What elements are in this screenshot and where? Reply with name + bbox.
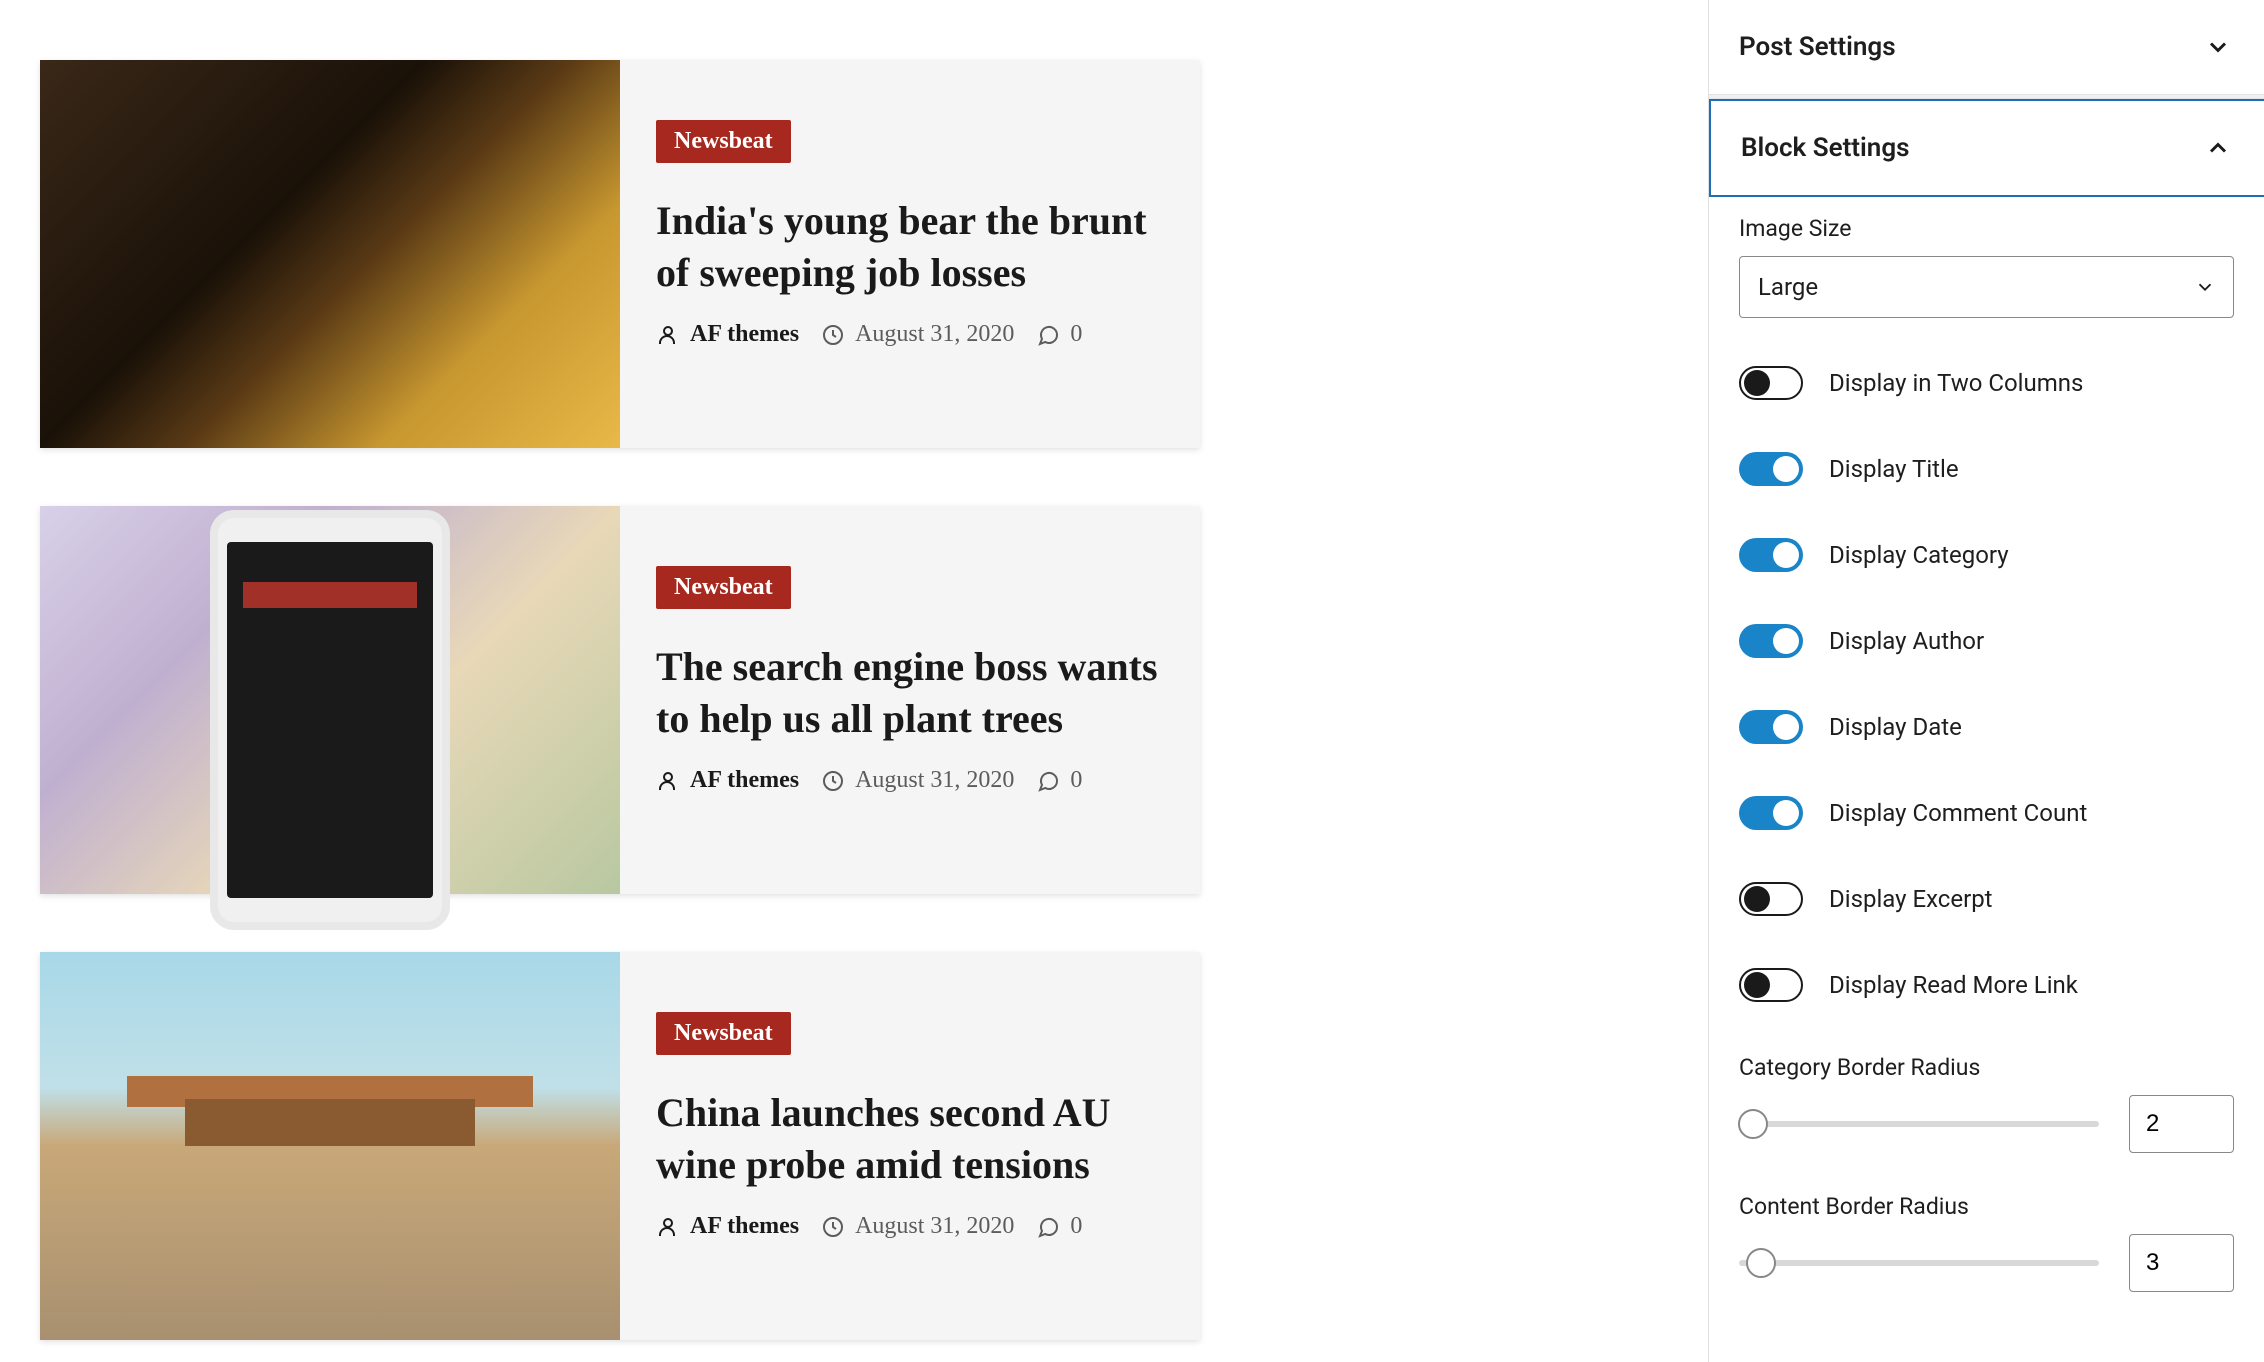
post-card: Newsbeat India's young bear the brunt of… (40, 60, 1200, 448)
post-thumbnail[interactable] (40, 60, 620, 448)
toggle-label: Display Category (1829, 541, 2009, 569)
date-link[interactable]: August 31, 2020 (821, 767, 1014, 794)
comment-icon (1036, 769, 1060, 793)
post-title[interactable]: China launches second AU wine probe amid… (656, 1087, 1160, 1191)
category-badge[interactable]: Newsbeat (656, 1012, 791, 1055)
category-radius-label: Category Border Radius (1739, 1054, 2234, 1081)
toggle-two-columns[interactable] (1739, 366, 1803, 400)
post-meta: AF themes August 31, 2020 0 (656, 1213, 1160, 1240)
toggle-label: Display in Two Columns (1829, 369, 2083, 397)
user-icon (656, 323, 680, 347)
block-settings-title: Block Settings (1741, 133, 1909, 163)
image-size-label: Image Size (1739, 215, 2234, 242)
slider-thumb[interactable] (1746, 1248, 1776, 1278)
slider-thumb[interactable] (1738, 1109, 1768, 1139)
author-name: AF themes (690, 1213, 799, 1240)
clock-icon (821, 769, 845, 793)
post-list: Newsbeat India's young bear the brunt of… (0, 0, 1708, 1362)
post-title[interactable]: India's young bear the brunt of sweeping… (656, 195, 1160, 299)
toggle-display-author[interactable] (1739, 624, 1803, 658)
content-radius-input[interactable] (2129, 1234, 2234, 1292)
post-title[interactable]: The search engine boss wants to help us … (656, 641, 1160, 745)
post-date: August 31, 2020 (855, 767, 1014, 794)
author-link[interactable]: AF themes (656, 1213, 799, 1240)
settings-sidebar: Post Settings Block Settings Image Size … (1708, 0, 2264, 1362)
post-settings-header[interactable]: Post Settings (1709, 0, 2264, 94)
comments-link[interactable]: 0 (1036, 767, 1082, 794)
post-card: Newsbeat The search engine boss wants to… (40, 506, 1200, 894)
comment-icon (1036, 323, 1060, 347)
image-size-select[interactable]: Large (1739, 256, 2234, 318)
post-body: Newsbeat India's young bear the brunt of… (620, 60, 1200, 448)
category-radius-slider[interactable] (1739, 1121, 2099, 1127)
category-radius-input[interactable] (2129, 1095, 2234, 1153)
post-date: August 31, 2020 (855, 321, 1014, 348)
comments-link[interactable]: 0 (1036, 1213, 1082, 1240)
toggle-display-read-more[interactable] (1739, 968, 1803, 1002)
toggle-display-title[interactable] (1739, 452, 1803, 486)
user-icon (656, 769, 680, 793)
category-badge[interactable]: Newsbeat (656, 120, 791, 163)
toggle-display-comment-count[interactable] (1739, 796, 1803, 830)
comment-icon (1036, 1215, 1060, 1239)
post-body: Newsbeat The search engine boss wants to… (620, 506, 1200, 894)
toggle-label: Display Comment Count (1829, 799, 2087, 827)
post-meta: AF themes August 31, 2020 0 (656, 767, 1160, 794)
toggle-label: Display Date (1829, 713, 1962, 741)
author-name: AF themes (690, 321, 799, 348)
chevron-up-icon (2204, 134, 2232, 162)
post-meta: AF themes August 31, 2020 0 (656, 321, 1160, 348)
post-thumbnail[interactable] (40, 952, 620, 1340)
toggle-label: Display Title (1829, 455, 1959, 483)
post-date: August 31, 2020 (855, 1213, 1014, 1240)
content-radius-slider[interactable] (1739, 1260, 2099, 1266)
toggle-display-date[interactable] (1739, 710, 1803, 744)
toggle-display-category[interactable] (1739, 538, 1803, 572)
category-badge[interactable]: Newsbeat (656, 566, 791, 609)
toggle-display-excerpt[interactable] (1739, 882, 1803, 916)
comments-link[interactable]: 0 (1036, 321, 1082, 348)
author-link[interactable]: AF themes (656, 767, 799, 794)
author-link[interactable]: AF themes (656, 321, 799, 348)
toggle-label: Display Excerpt (1829, 885, 1993, 913)
toggle-label: Display Read More Link (1829, 971, 2078, 999)
post-card: Newsbeat China launches second AU wine p… (40, 952, 1200, 1340)
block-settings-header[interactable]: Block Settings (1711, 101, 2264, 195)
block-settings-panel: Block Settings (1709, 99, 2264, 197)
clock-icon (821, 1215, 845, 1239)
user-icon (656, 1215, 680, 1239)
content-radius-label: Content Border Radius (1739, 1193, 2234, 1220)
post-body: Newsbeat China launches second AU wine p… (620, 952, 1200, 1340)
date-link[interactable]: August 31, 2020 (821, 321, 1014, 348)
comment-count: 0 (1070, 321, 1082, 348)
date-link[interactable]: August 31, 2020 (821, 1213, 1014, 1240)
comment-count: 0 (1070, 767, 1082, 794)
block-settings-body: Image Size Large Display in Two Columns … (1709, 197, 2264, 1362)
toggle-label: Display Author (1829, 627, 1984, 655)
post-settings-title: Post Settings (1739, 32, 1896, 62)
chevron-down-icon (2204, 33, 2232, 61)
post-thumbnail[interactable] (40, 506, 620, 894)
author-name: AF themes (690, 767, 799, 794)
clock-icon (821, 323, 845, 347)
comment-count: 0 (1070, 1213, 1082, 1240)
